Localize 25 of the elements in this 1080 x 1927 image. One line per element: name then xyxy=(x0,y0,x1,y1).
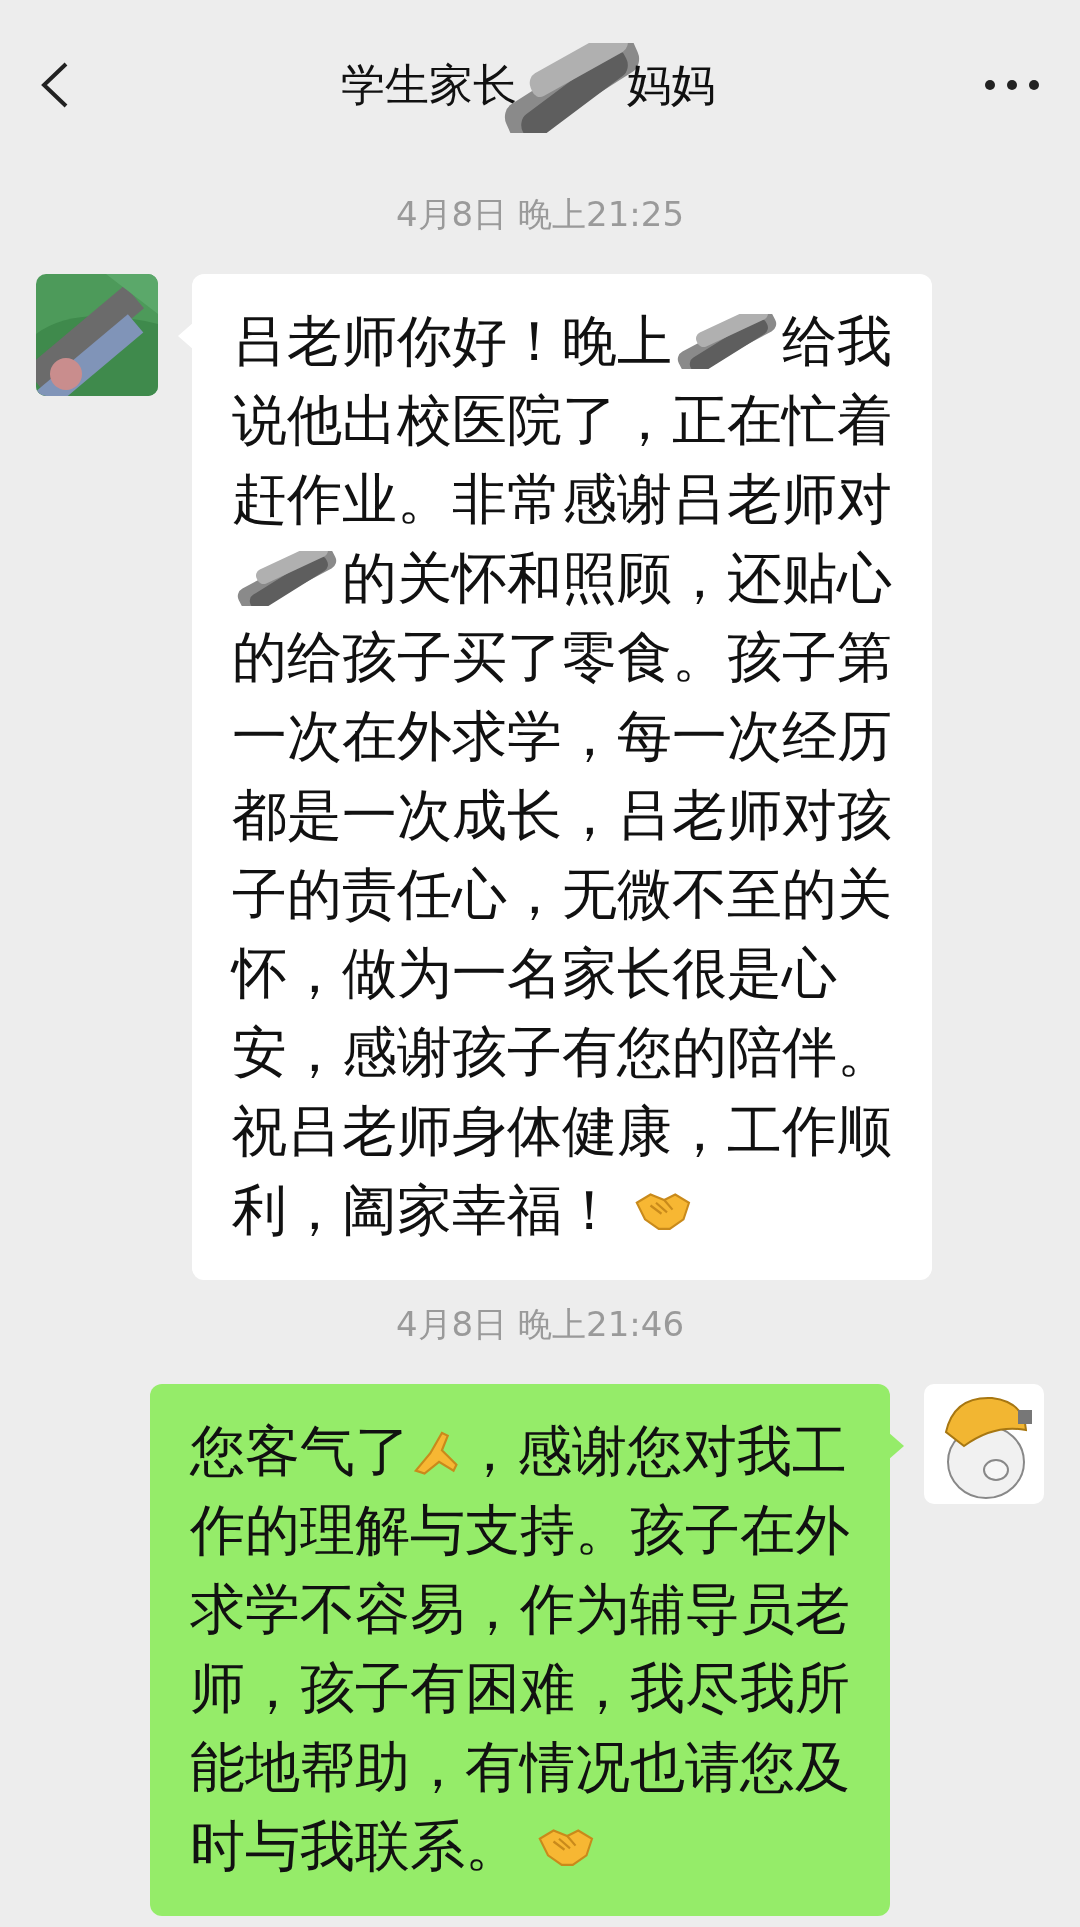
message-text: 都是一次成长，吕老师对孩 xyxy=(232,782,892,849)
timestamp: 4月8日 晚上21:46 xyxy=(395,1303,685,1346)
message-text: 赶作业。非常感谢吕老师对 xyxy=(232,466,892,533)
message-text: 的给孩子买了零食。孩子第 xyxy=(232,624,892,691)
message-text: 利，阖家幸福！ xyxy=(232,1177,617,1244)
message-text: 怀，做为一名家长很是心 xyxy=(232,940,837,1007)
message-text: 安，感谢孩子有您的陪伴。 xyxy=(232,1019,892,1086)
more-icon[interactable] xyxy=(984,79,1040,91)
message-text: 时与我联系。 xyxy=(190,1813,520,1880)
message-text: 您客气了 xyxy=(190,1418,410,1485)
timestamp: 4月8日 晚上21:25 xyxy=(395,193,685,236)
message-text: 说他出校医院了，正在忙着 xyxy=(232,387,892,454)
message-text: 吕老师你好！晚上 xyxy=(232,308,672,375)
chat-title: 妈妈 xyxy=(627,58,715,110)
message-text: 一次在外求学，每一次经历 xyxy=(232,703,892,770)
message-text: 子的责任心，无微不至的关 xyxy=(232,861,892,928)
message-text: 的关怀和照顾，还贴心 xyxy=(342,545,892,612)
message-text: 作的理解与支持。孩子在外 xyxy=(190,1497,850,1564)
message-text: 给我 xyxy=(782,308,892,375)
message-text: 师，孩子有困难，我尽我所 xyxy=(190,1655,850,1722)
message-text: ，感谢您对我工 xyxy=(462,1418,848,1485)
chat-title: 学生家长 xyxy=(341,58,517,110)
message-text: 祝吕老师身体健康，工作顺 xyxy=(232,1098,892,1165)
message-text: 求学不容易，作为辅导员老 xyxy=(190,1576,850,1643)
message-text: 能地帮助，有情况也请您及 xyxy=(190,1734,850,1801)
